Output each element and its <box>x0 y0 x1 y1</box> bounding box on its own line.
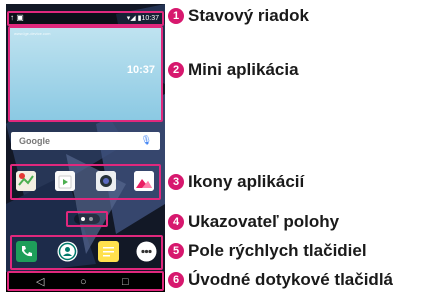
highlight-status-bar <box>7 11 164 26</box>
callout-text: Pole rýchlych tlačidiel <box>188 241 367 260</box>
callout-number: 3 <box>168 174 184 190</box>
microphone-icon[interactable]: 🎙 <box>141 135 152 146</box>
google-search-bar[interactable]: Google 🎙 <box>11 132 160 150</box>
callout-text: Mini aplikácia <box>188 60 299 79</box>
highlight-indicator <box>66 211 108 227</box>
callout-number: 2 <box>168 62 184 78</box>
callout-text: Stavový riadok <box>188 6 309 25</box>
callout-number: 5 <box>168 243 184 259</box>
highlight-app-icons <box>10 164 161 200</box>
callout-number: 1 <box>168 8 184 24</box>
highlight-widget <box>8 26 163 122</box>
callout-text: Ukazovateľ polohy <box>188 212 340 231</box>
callout-text: Úvodné dotykové tlačidlá <box>188 270 393 289</box>
highlight-quick-buttons <box>10 235 163 270</box>
callout-text: Ikony aplikácií <box>188 172 305 191</box>
callout-number: 4 <box>168 214 184 230</box>
highlight-nav-keys <box>7 271 164 291</box>
google-logo: Google <box>19 136 50 146</box>
callout-number: 6 <box>168 272 184 288</box>
phone-screen: ↑ ▣ ▾◢ ▮10:37 www.lge-device.com 10:37 G… <box>6 4 165 292</box>
